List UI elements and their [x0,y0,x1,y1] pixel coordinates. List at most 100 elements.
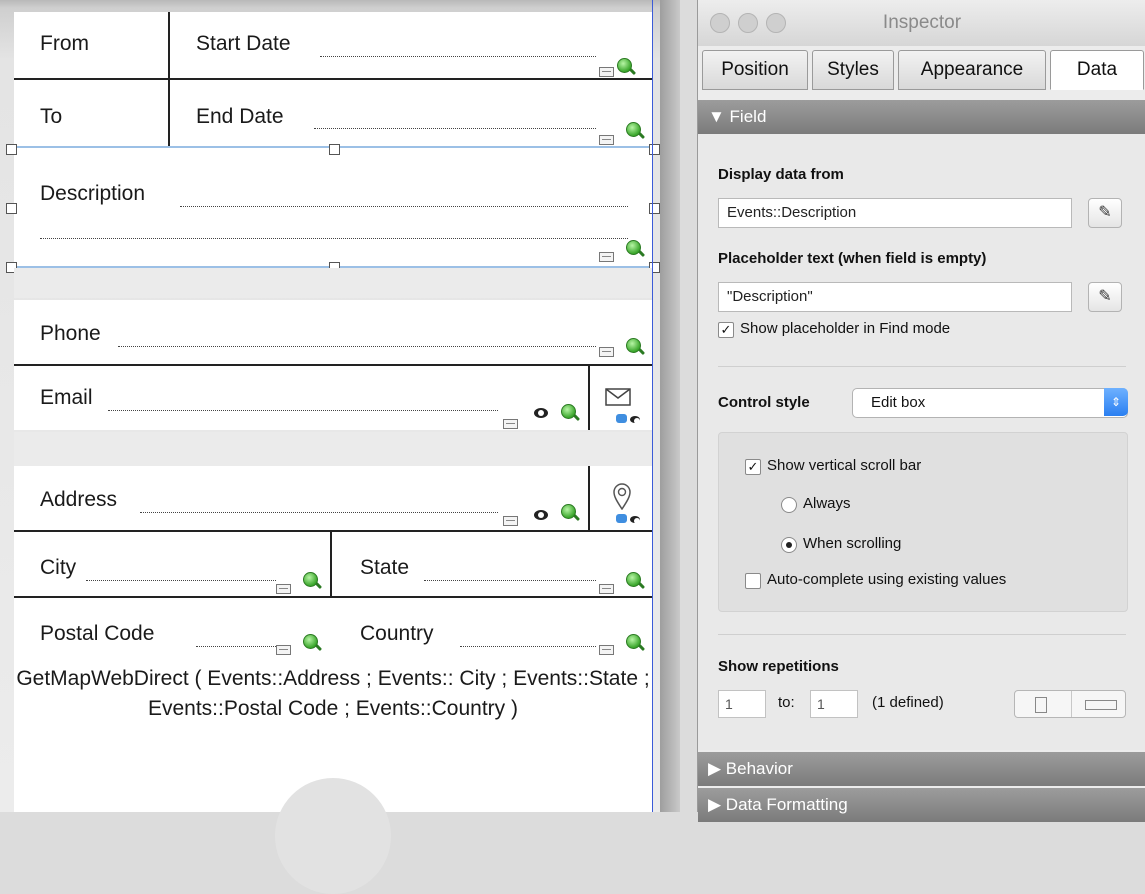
quick-find-icon [626,338,641,353]
merge-field-icon [503,419,518,429]
state-field[interactable]: State [360,556,409,580]
envelope-icon[interactable] [605,388,631,406]
merge-field-icon [599,67,614,77]
resize-handle[interactable] [329,144,340,155]
merge-field-icon [599,135,614,145]
tab-data[interactable]: Data [1050,50,1144,90]
field-baseline [140,512,498,513]
button-badge-icon [616,514,627,523]
display-data-from-label: Display data from [718,166,844,183]
always-radio[interactable] [781,497,797,513]
always-label: Always [803,495,851,512]
country-field[interactable]: Country [360,622,434,646]
city-field[interactable]: City [40,556,76,580]
to-label: To [40,105,63,128]
repetitions-defined-label: (1 defined) [872,694,944,711]
button-badge-icon [616,414,627,423]
merge-field-icon [599,645,614,655]
data-formatting-section-header[interactable]: ▶ Data Formatting [698,788,1145,822]
merge-field-icon [599,584,614,594]
canvas-margin [660,0,680,812]
field-section: Display data from Events::Description ✎ … [698,134,1145,750]
quick-find-icon [626,240,641,255]
show-repetitions-label: Show repetitions [718,658,839,675]
quick-find-icon [626,572,641,587]
repetitions-to-input[interactable]: 1 [810,690,858,718]
layout-right-guide [652,0,653,812]
layout-gap [14,432,652,466]
to-row [14,80,652,146]
control-style-value: Edit box [871,394,926,411]
field-baseline [196,646,276,647]
phone-field[interactable]: Phone [40,322,101,346]
pencil-icon[interactable]: ✎ [1088,198,1122,228]
orientation-segmented-control[interactable] [1014,690,1126,718]
horizontal-list-icon[interactable] [1085,700,1117,710]
resize-handle[interactable] [649,203,660,214]
field-baseline [320,56,596,57]
placeholder-input[interactable]: "Description" [718,282,1072,312]
address-field[interactable]: Address [40,488,117,512]
quick-find-icon [303,572,318,587]
field-baseline [86,580,276,581]
quick-find-icon [617,58,632,73]
divider [1071,691,1072,717]
field-baseline [118,346,596,347]
inspector-titlebar[interactable]: Inspector [698,0,1145,46]
field-baseline [40,238,628,239]
show-placeholder-label: Show placeholder in Find mode [740,320,951,337]
show-placeholder-checkbox[interactable]: ✓ [718,322,734,338]
divider [588,466,590,530]
eye-icon [534,408,548,418]
field-baseline [460,646,596,647]
description-field[interactable]: Description [40,182,145,206]
postal-code-field[interactable]: Postal Code [40,622,154,646]
layout-gap [14,268,652,298]
when-scrolling-label: When scrolling [803,535,902,552]
autocomplete-label: Auto-complete using existing values [767,571,1007,588]
phone-row [14,300,652,364]
end-date-field[interactable]: End Date [196,105,284,129]
show-scroll-bar-label: Show vertical scroll bar [767,457,922,474]
divider [168,80,170,146]
map-pin-icon[interactable] [612,482,632,511]
control-style-select[interactable]: Edit box ⇕ [852,388,1128,418]
tab-appearance[interactable]: Appearance [898,50,1046,90]
resize-handle[interactable] [6,144,17,155]
scroll-options-box: ✓ Show vertical scroll bar Always When s… [718,432,1128,612]
email-field[interactable]: Email [40,386,93,410]
eye-icon [630,416,640,424]
quick-find-icon [626,634,641,649]
when-scrolling-radio[interactable] [781,537,797,553]
eye-icon [534,510,548,520]
field-baseline [108,410,498,411]
layout-canvas[interactable]: From Start Date To End Date Description … [0,0,680,894]
vertical-list-icon[interactable] [1035,697,1047,713]
divider [718,366,1126,367]
pencil-icon[interactable]: ✎ [1088,282,1122,312]
inspector-title: Inspector [882,12,962,33]
quick-find-icon [626,122,641,137]
autocomplete-checkbox[interactable] [745,573,761,589]
behavior-section-header[interactable]: ▶ Behavior [698,752,1145,786]
repetitions-from-input[interactable]: 1 [718,690,766,718]
tab-styles[interactable]: Styles [812,50,894,90]
tab-position[interactable]: Position [702,50,808,90]
control-style-label: Control style [718,394,810,411]
start-date-field[interactable]: Start Date [196,32,291,56]
field-section-header[interactable]: ▼ Field [698,100,1145,134]
divider [588,366,590,430]
email-row [14,366,652,430]
resize-handle[interactable] [649,144,660,155]
divider [718,634,1126,635]
display-data-from-input[interactable]: Events::Description [718,198,1072,228]
eye-icon [630,516,640,524]
field-baseline [180,206,628,207]
quick-find-icon [561,504,576,519]
merge-field-icon [276,584,291,594]
from-row [14,12,652,78]
merge-field-icon [599,252,614,262]
field-baseline [314,128,596,129]
resize-handle[interactable] [6,203,17,214]
show-scroll-bar-checkbox[interactable]: ✓ [745,459,761,475]
